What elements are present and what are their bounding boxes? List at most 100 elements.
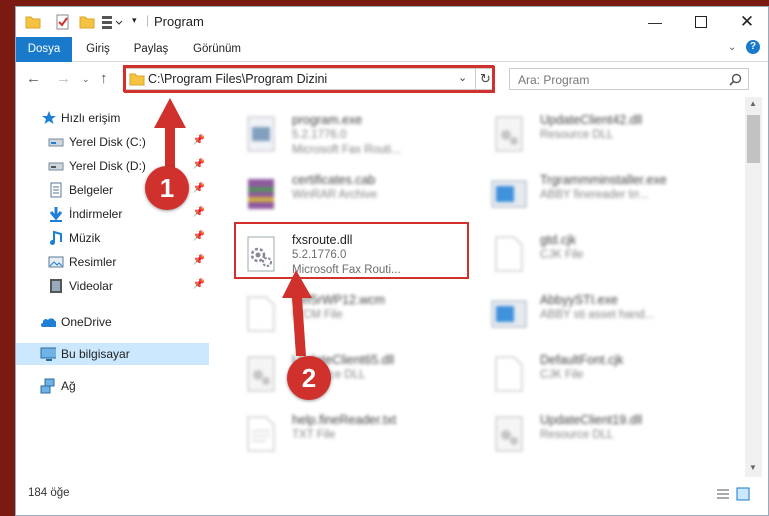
window-title: Program: [154, 14, 204, 29]
network-icon: [40, 378, 55, 394]
dll-file-icon: [247, 356, 275, 392]
scrollbar-thumb[interactable]: [747, 115, 760, 163]
nav-label: İndirmeler: [69, 207, 123, 221]
maximize-button[interactable]: [678, 7, 724, 37]
address-bar-highlight: [123, 65, 494, 92]
pin-icon[interactable]: 📌: [193, 207, 205, 218]
nav-item-videos[interactable]: Videolar 📌: [16, 275, 209, 297]
cloud-icon: [41, 318, 56, 327]
file-item[interactable]: help.fineReader.txt TXT File: [236, 409, 476, 459]
search-box[interactable]: Ara: Program: [509, 68, 749, 90]
scroll-down-icon[interactable]: ▼: [749, 463, 757, 472]
file-name: UpdateClient42.dll: [540, 113, 643, 127]
archive-file-icon: [248, 179, 274, 209]
dropdown-arrow-icon[interactable]: ▾: [132, 15, 137, 26]
step-2-badge: 2: [287, 356, 331, 400]
pin-icon[interactable]: 📌: [193, 279, 205, 290]
nav-label: Belgeler: [69, 183, 114, 197]
properties-icon[interactable]: [54, 13, 72, 31]
generic-file-icon: [247, 296, 275, 332]
title-divider: |: [146, 13, 150, 27]
file-detail: Resource DLL: [540, 129, 614, 141]
nav-item-network[interactable]: Ağ: [16, 375, 209, 397]
star-icon: [42, 111, 56, 124]
title-bar: ▾ | Program — ✕: [16, 7, 768, 37]
nav-item-onedrive[interactable]: OneDrive: [16, 311, 209, 333]
minimize-button[interactable]: —: [632, 7, 678, 37]
videos-icon: [50, 279, 62, 293]
file-name: program.exe: [292, 113, 363, 127]
nav-label: Yerel Disk (C:): [69, 135, 146, 149]
nav-item-downloads[interactable]: İndirmeler 📌: [16, 203, 209, 225]
chevron-down-icon: ⌄: [82, 74, 90, 84]
nav-item-pictures[interactable]: Resimler 📌: [16, 251, 209, 273]
recent-locations-button[interactable]: ⌄: [82, 74, 90, 85]
file-name: DefaultFont.cjk: [540, 353, 624, 367]
pictures-icon: [48, 256, 64, 268]
nav-label: Yerel Disk (D:): [69, 159, 146, 173]
back-button[interactable]: ←: [26, 70, 41, 87]
documents-icon: [50, 182, 62, 198]
text-file-icon: [247, 416, 275, 452]
file-item[interactable]: UpdateClient19.dll Resource DLL: [484, 409, 724, 459]
nav-label: Müzik: [69, 231, 101, 245]
installer-file-icon: [491, 300, 527, 328]
file-name: gtd.cjk: [540, 233, 577, 247]
file-detail: WinRAR Archive: [292, 189, 377, 201]
status-bar: 184 öğe: [16, 479, 768, 509]
nav-label: Bu bilgisayar: [61, 347, 130, 361]
pin-icon[interactable]: 📌: [193, 231, 205, 242]
file-item[interactable]: DefaultFont.cjk CJK File: [484, 349, 724, 399]
installer-file-icon: [491, 180, 527, 208]
nav-label: Videolar: [69, 279, 113, 293]
customize-quick-access-icon[interactable]: [100, 13, 126, 31]
generic-file-icon: [495, 356, 523, 392]
file-detail: CJK File: [540, 249, 584, 261]
file-item[interactable]: AbbyySTI.exe ABBY sti asset hand...: [484, 289, 724, 339]
file-item[interactable]: certificates.cab WinRAR Archive: [236, 169, 476, 219]
back-arrow-icon: ←: [26, 70, 41, 87]
pin-icon[interactable]: 📌: [193, 159, 205, 170]
nav-label: Resimler: [69, 255, 117, 269]
nav-label: OneDrive: [61, 315, 112, 329]
file-detail: Resource DLL: [540, 429, 614, 441]
file-item[interactable]: Bef5rWP12.wcm WCM File: [236, 289, 476, 339]
file-name: help.fineReader.txt: [292, 413, 397, 427]
pin-icon[interactable]: 📌: [193, 255, 205, 266]
details-view-icon[interactable]: [716, 487, 730, 501]
vertical-scrollbar[interactable]: ▲ ▼: [745, 97, 762, 477]
nav-item-music[interactable]: Müzik 📌: [16, 227, 209, 249]
file-name: AbbyySTI.exe: [540, 293, 618, 307]
forward-button[interactable]: →: [56, 70, 71, 87]
nav-item-this-pc[interactable]: Bu bilgisayar: [16, 343, 209, 365]
download-icon: [49, 207, 63, 222]
scroll-up-icon[interactable]: ▲: [749, 99, 757, 108]
file-item[interactable]: program.exe 5.2.1776.0 Microsoft Fax Rou…: [236, 109, 476, 159]
folder-icon: [25, 16, 41, 29]
file-item[interactable]: gtd.cjk CJK File: [484, 229, 724, 279]
pin-icon[interactable]: 📌: [193, 135, 205, 146]
pin-icon[interactable]: 📌: [193, 183, 205, 194]
drive-icon: [48, 162, 64, 171]
tab-view[interactable]: Görünüm: [186, 37, 248, 61]
file-name: Trgrammminstaller.exe: [540, 173, 667, 187]
up-arrow-icon: ↑: [100, 70, 108, 87]
file-item[interactable]: UpdateClient42.dll Resource DLL: [484, 109, 724, 159]
music-icon: [50, 230, 62, 245]
file-detail: 5.2.1776.0: [292, 129, 347, 141]
file-detail: ABBY sti asset hand...: [540, 309, 655, 321]
file-highlight: [234, 222, 469, 279]
help-icon[interactable]: ?: [746, 40, 760, 54]
minimize-icon: —: [648, 14, 662, 30]
expand-ribbon-icon[interactable]: ⌄: [728, 42, 736, 53]
up-button[interactable]: ↑: [100, 70, 108, 87]
new-folder-icon[interactable]: [78, 13, 96, 31]
file-item[interactable]: UpdateClient65.dll Resource DLL: [236, 349, 476, 399]
close-button[interactable]: ✕: [724, 7, 768, 37]
close-icon: ✕: [739, 12, 755, 31]
tab-home[interactable]: Giriş: [78, 37, 118, 61]
tab-share[interactable]: Paylaş: [128, 37, 174, 61]
large-icons-view-icon[interactable]: [736, 487, 750, 501]
file-item[interactable]: Trgrammminstaller.exe ABBY finereader tr…: [484, 169, 724, 219]
generic-file-icon: [495, 236, 523, 272]
